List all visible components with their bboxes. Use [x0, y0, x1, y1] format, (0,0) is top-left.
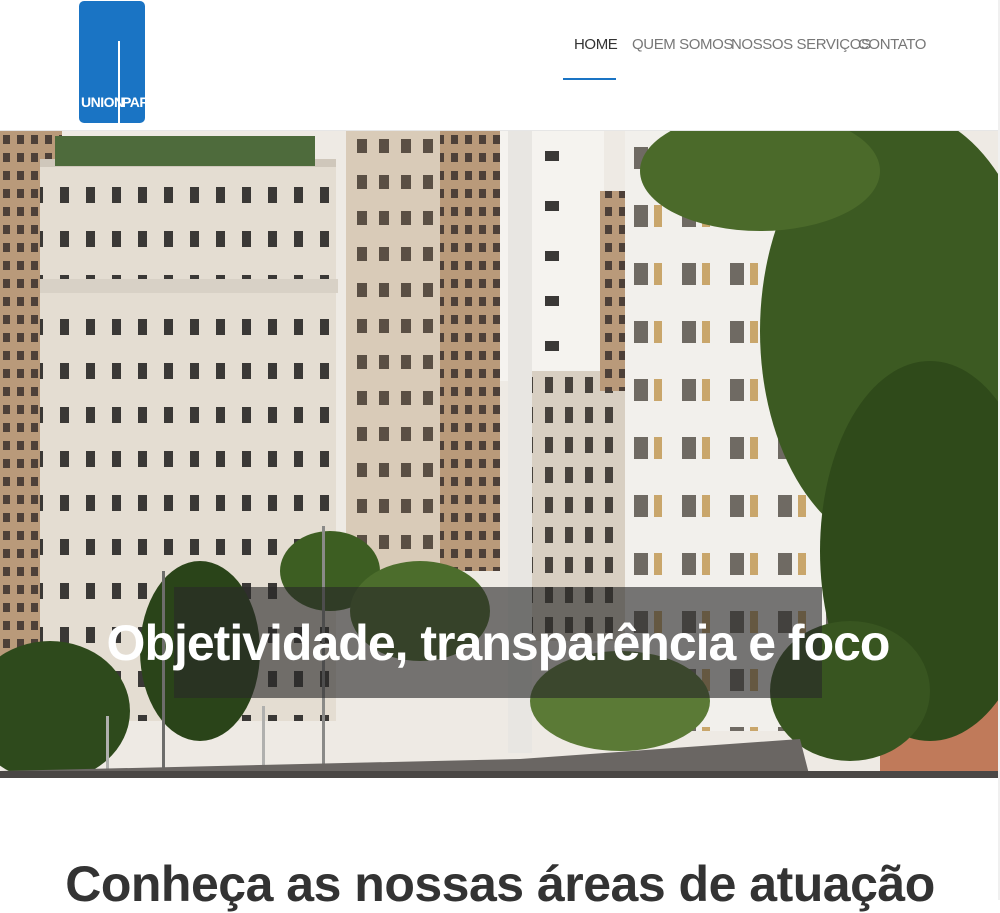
hero-caption-box: Objetividade, transparência e foco: [106, 587, 891, 698]
section-title: Conheça as nossas áreas de atuação: [65, 856, 935, 912]
nav-item-contato[interactable]: CONTATO: [858, 36, 926, 53]
hero-banner: Objetividade, transparência e foco: [0, 131, 1000, 778]
nav-item-home[interactable]: HOME: [574, 36, 618, 53]
hero-caption: Objetividade, transparência e foco: [106, 614, 891, 671]
nav-item-nossos-servicos[interactable]: NOSSOS SERVIÇOS: [731, 36, 871, 53]
logo-text-union: UNION: [81, 94, 124, 110]
logo-text-par: PAR: [122, 94, 145, 110]
logo[interactable]: UNION PAR: [79, 1, 145, 123]
nav-item-quem-somos[interactable]: QUEM SOMOS: [632, 36, 733, 53]
nav-active-indicator: [563, 78, 616, 80]
site-header: UNION PAR HOME QUEM SOMOS NOSSOS SERVIÇO…: [0, 0, 1000, 131]
